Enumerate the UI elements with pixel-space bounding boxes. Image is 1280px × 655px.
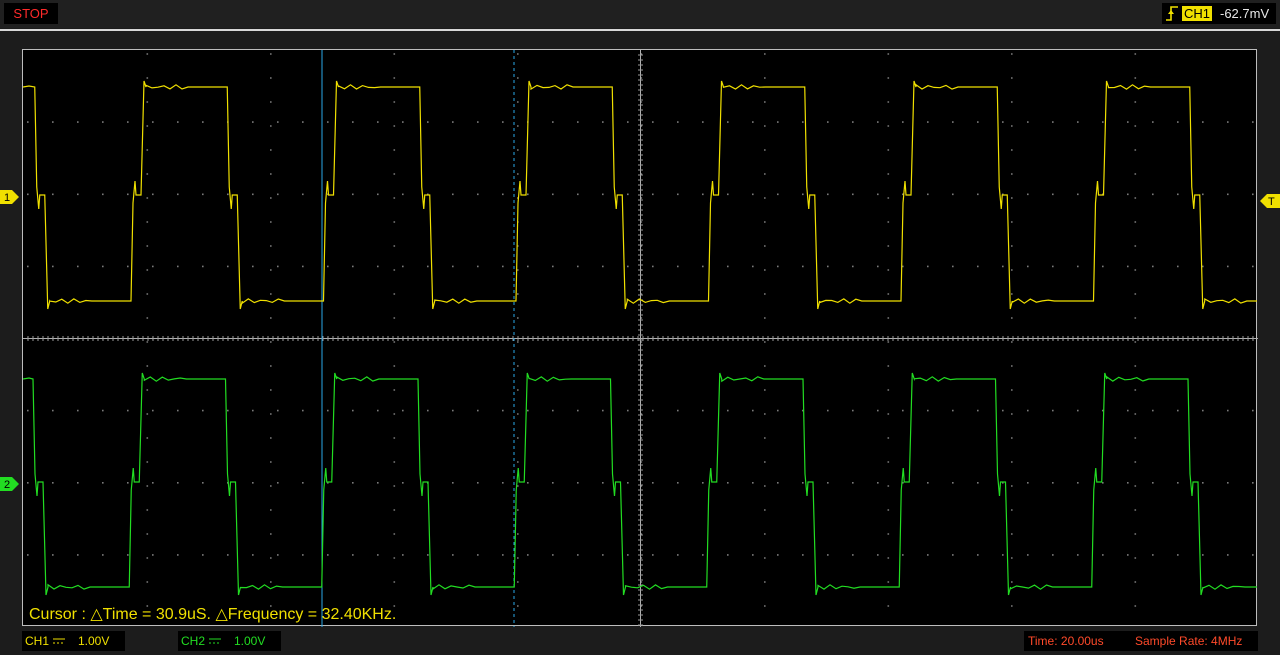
ch2-marker-label: 2 (4, 479, 10, 491)
ch1-marker-label: 1 (4, 192, 10, 204)
trigger-indicator[interactable]: CH1 -62.7mV (1162, 3, 1276, 24)
timebase-status[interactable]: Time: 20.00us Sample Rate: 4MHz (1024, 631, 1258, 651)
trigger-level-value: -62.7mV (1220, 6, 1270, 21)
time-per-div: Time: 20.00us (1028, 634, 1104, 648)
ch2-level-marker[interactable]: 2 (0, 477, 20, 491)
trigger-level-marker[interactable]: T (1258, 194, 1280, 208)
ch1-settings[interactable]: CH1 1.00V (22, 631, 125, 651)
top-toolbar: STOP CH1 -62.7mV (0, 0, 1280, 28)
ch2-settings[interactable]: CH2 1.00V (178, 631, 281, 651)
bottom-status-bar: CH1 1.00V CH2 1.00V Time: 20.00us Sample… (0, 628, 1280, 655)
rising-edge-trigger-icon (1166, 6, 1178, 21)
cursor-measurement-readout: Cursor : △Time = 30.9uS. △Frequency = 32… (29, 606, 397, 623)
top-divider (0, 29, 1280, 31)
sample-rate: Sample Rate: 4MHz (1135, 634, 1243, 648)
dc-coupling-icon (53, 638, 65, 644)
axis-ticks (27, 54, 1254, 626)
run-stop-indicator[interactable]: STOP (4, 3, 58, 24)
ch1-level-marker[interactable]: 1 (0, 190, 20, 204)
waveform-display[interactable]: Cursor : △Time = 30.9uS. △Frequency = 32… (22, 49, 1258, 627)
ch2-volts-div: 1.00V (234, 634, 266, 648)
waveform-canvas (23, 50, 1258, 627)
ch1-label: CH1 (25, 634, 50, 648)
trigger-marker-label: T (1268, 196, 1275, 208)
trigger-channel-label: CH1 (1182, 6, 1213, 21)
dc-coupling-icon (209, 638, 221, 644)
ch1-volts-div: 1.00V (78, 634, 110, 648)
ch2-label: CH2 (181, 634, 206, 648)
